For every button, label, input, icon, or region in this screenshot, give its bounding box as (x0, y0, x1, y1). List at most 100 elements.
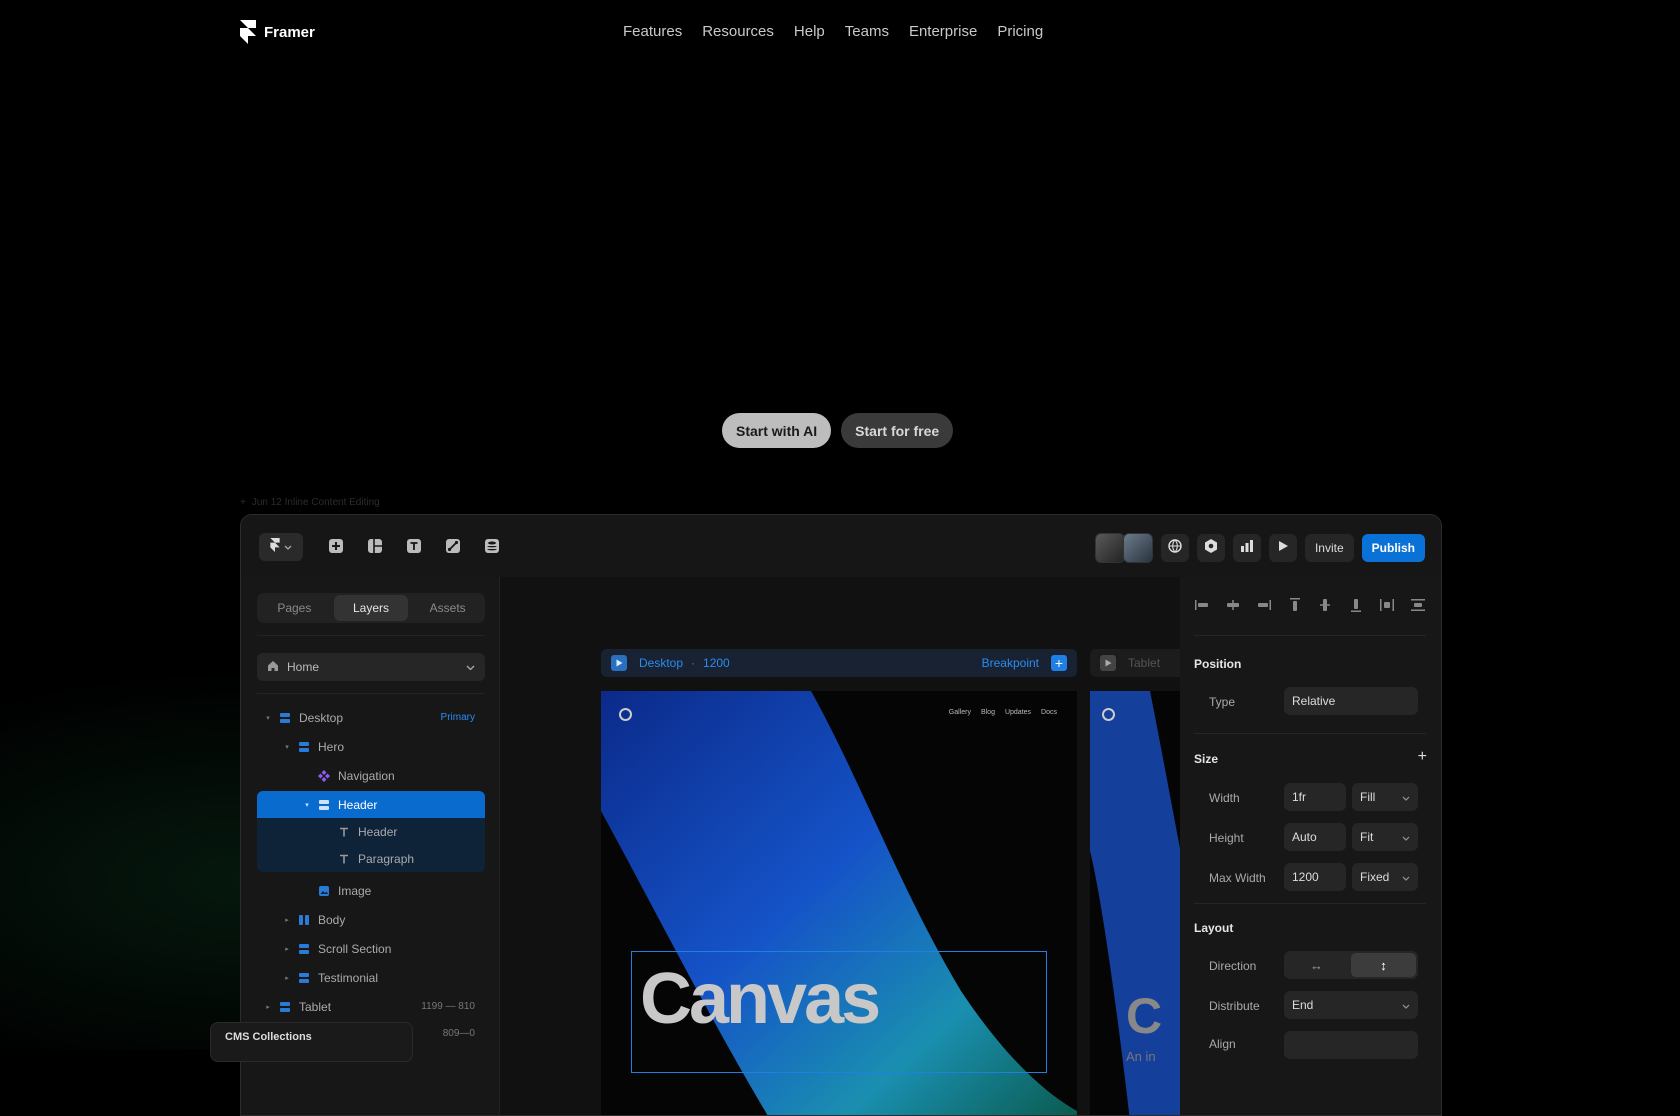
invite-button[interactable]: Invite (1304, 534, 1354, 562)
frame-name: Desktop (639, 656, 684, 670)
play-icon[interactable] (1100, 655, 1116, 671)
toolbar-right: Invite Publish (1094, 533, 1425, 563)
site-logo-icon (619, 708, 632, 721)
distribute-h-icon[interactable] (1379, 597, 1395, 613)
layer-label: Header (358, 824, 398, 839)
settings-button[interactable] (1196, 534, 1225, 562)
tablet-frame[interactable]: C An in (1090, 691, 1180, 1115)
tablet-frame-header[interactable]: Tablet (1090, 649, 1180, 677)
tab-layers[interactable]: Layers (333, 595, 409, 621)
changelog-note[interactable]: + Jun 12 Inline Content Editing (240, 497, 380, 508)
align-left-icon[interactable] (1194, 597, 1210, 613)
layer-image[interactable]: Image (257, 877, 485, 904)
max-width-value: 1200 (1292, 870, 1319, 884)
insert-icon[interactable] (327, 537, 345, 555)
text-icon[interactable] (405, 537, 423, 555)
align-right-icon[interactable] (1256, 597, 1272, 613)
layer-desktop[interactable]: ▾ Desktop Primary (257, 704, 485, 731)
direction-vertical-option[interactable]: ↕ (1351, 953, 1416, 977)
site-nav-gallery[interactable]: Gallery (949, 709, 971, 716)
layer-header-text[interactable]: Header (257, 818, 485, 845)
nav-enterprise[interactable]: Enterprise (909, 23, 977, 40)
columns-icon (298, 914, 310, 926)
position-type-value: Relative (1292, 694, 1336, 708)
direction-label: Direction (1209, 959, 1257, 973)
direction-horizontal-option[interactable]: ↔ (1284, 951, 1349, 979)
width-mode-select[interactable]: Fill (1352, 783, 1418, 811)
hero-heading[interactable]: Canvas (640, 958, 881, 1040)
layer-tablet[interactable]: ▸ Tablet 1199 — 810 (257, 993, 485, 1020)
desktop-frame-header[interactable]: Desktop · 1200 Breakpoint + (601, 649, 1077, 677)
desktop-frame[interactable]: Gallery Blog Updates Docs Canvas (601, 691, 1077, 1115)
nav-features[interactable]: Features (623, 23, 682, 40)
max-width-input[interactable]: 1200 (1284, 863, 1346, 891)
avatar[interactable] (1122, 533, 1153, 563)
nav-pricing[interactable]: Pricing (997, 23, 1043, 40)
align-top-icon[interactable] (1287, 597, 1303, 613)
layer-navigation[interactable]: Navigation (257, 762, 485, 789)
start-with-ai-button[interactable]: Start with AI (722, 413, 832, 448)
height-input[interactable]: Auto (1284, 823, 1346, 851)
height-mode-select[interactable]: Fit (1352, 823, 1418, 851)
page-selector[interactable]: Home (257, 653, 485, 681)
analytics-button[interactable] (1232, 534, 1261, 562)
framer-menu-button[interactable] (259, 533, 303, 561)
play-icon[interactable] (611, 655, 627, 671)
layout-icon[interactable] (366, 537, 384, 555)
align-bottom-icon[interactable] (1348, 597, 1364, 613)
direction-toggle[interactable]: ↔ ↕ (1284, 951, 1418, 979)
collapse-arrow-icon: ▸ (266, 1003, 270, 1011)
layer-scroll-section[interactable]: ▸ Scroll Section (257, 935, 485, 962)
tab-assets[interactable]: Assets (410, 593, 485, 623)
vector-icon[interactable] (444, 537, 462, 555)
align-center-v-icon[interactable] (1317, 597, 1333, 613)
site-nav-updates[interactable]: Updates (1005, 709, 1031, 716)
distribute-select[interactable]: End (1284, 991, 1418, 1019)
cms-collections-popover[interactable]: CMS Collections (210, 1022, 413, 1062)
add-breakpoint-button[interactable]: + (1051, 655, 1067, 671)
breakpoint-label[interactable]: Breakpoint (982, 656, 1039, 670)
divider (1194, 635, 1426, 636)
avatar[interactable] (1094, 533, 1125, 563)
preview-button[interactable] (1268, 534, 1297, 562)
tab-pages[interactable]: Pages (257, 593, 332, 623)
expand-arrow-icon: ▾ (285, 743, 289, 751)
start-for-free-button[interactable]: Start for free (841, 413, 954, 448)
nav-help[interactable]: Help (794, 23, 825, 40)
width-mode-value: Fill (1360, 790, 1376, 804)
align-options[interactable] (1284, 1031, 1418, 1059)
frame-name: Tablet (1128, 656, 1161, 670)
layer-hero[interactable]: ▾ Hero (257, 733, 485, 760)
layer-label: Header (338, 797, 378, 812)
collaborator-avatars[interactable] (1094, 533, 1153, 563)
nav-resources[interactable]: Resources (702, 23, 774, 40)
site-nav-docs[interactable]: Docs (1041, 709, 1057, 716)
main-nav: Features Resources Help Teams Enterprise… (623, 23, 1043, 40)
max-width-mode-select[interactable]: Fixed (1352, 863, 1418, 891)
width-input[interactable]: 1fr (1284, 783, 1346, 811)
distribute-v-icon[interactable] (1410, 597, 1426, 613)
collapse-arrow-icon: ▸ (285, 945, 289, 953)
brand-link[interactable]: Framer (240, 20, 315, 44)
play-icon (1277, 539, 1289, 557)
divider (257, 693, 485, 694)
publish-button[interactable]: Publish (1361, 534, 1425, 562)
position-type-select[interactable]: Relative (1284, 687, 1418, 715)
site-nav-blog[interactable]: Blog (981, 709, 995, 716)
chevron-down-icon (1402, 830, 1410, 844)
layer-header-selected[interactable]: ▾ Header (257, 791, 485, 818)
database-icon[interactable] (483, 537, 501, 555)
editor-window: Invite Publish Pages Layers Assets Home … (240, 514, 1442, 1116)
tablet-hero-subtitle: An in (1126, 1049, 1156, 1064)
selected-header-frame[interactable]: Canvas (631, 951, 1047, 1073)
design-canvas[interactable]: Desktop · 1200 Breakpoint + Tablet Galle… (500, 577, 1180, 1115)
frame-separator: · (691, 656, 696, 670)
layer-paragraph[interactable]: Paragraph (257, 845, 485, 872)
align-center-h-icon[interactable] (1225, 597, 1241, 613)
chevron-down-icon (284, 538, 292, 556)
add-size-button[interactable]: + (1418, 748, 1427, 766)
layer-testimonial[interactable]: ▸ Testimonial (257, 964, 485, 991)
nav-teams[interactable]: Teams (845, 23, 889, 40)
globe-button[interactable] (1160, 534, 1189, 562)
layer-body[interactable]: ▸ Body (257, 906, 485, 933)
